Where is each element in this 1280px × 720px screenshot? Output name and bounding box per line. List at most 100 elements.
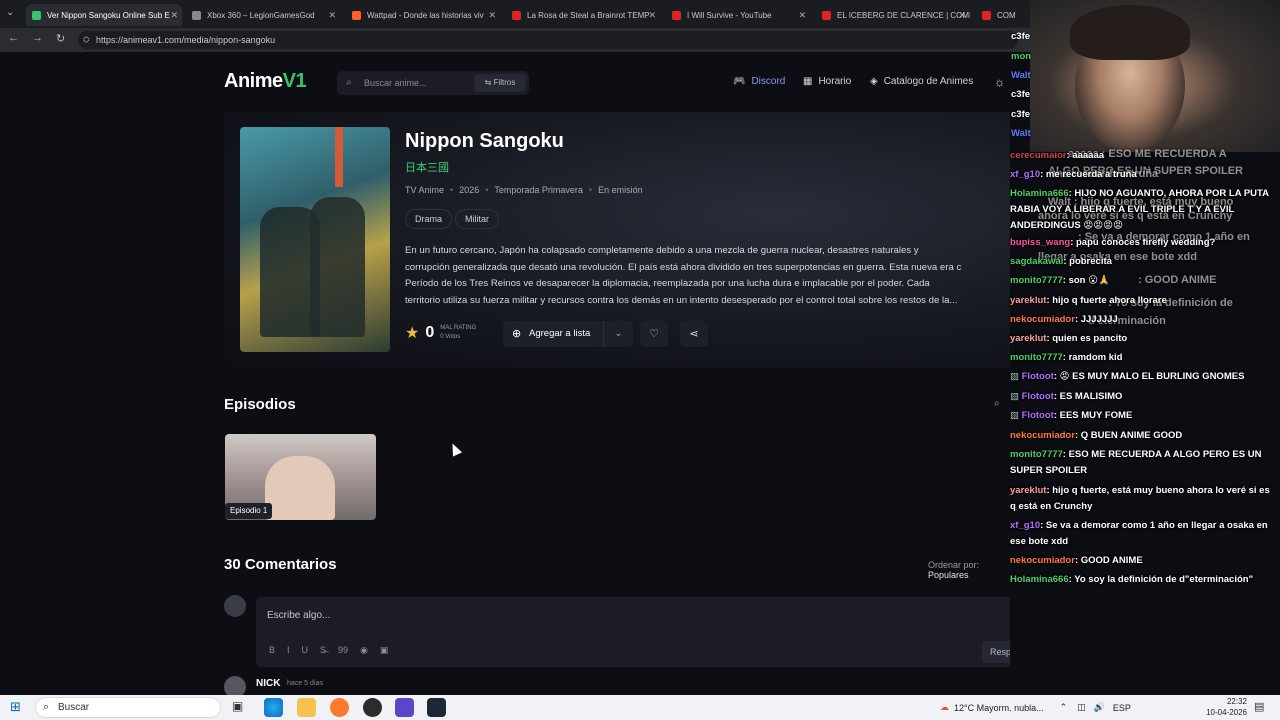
tab-favicon-icon <box>512 10 521 20</box>
url-field[interactable]: ⛭ https://animeav1.com/media/nippon-sang… <box>78 31 1018 49</box>
filters-button[interactable]: ⇆ Filtros <box>474 74 526 92</box>
format-toolbar: B I U S̶ 99 ◉ ▣ <box>269 645 388 656</box>
windows-start-icon[interactable]: ⊞ <box>10 699 21 715</box>
steam-icon[interactable] <box>427 698 446 717</box>
lang-indicator[interactable]: ESP <box>1113 703 1131 713</box>
file-explorer-icon[interactable] <box>297 698 316 717</box>
chat-text: : aaaaaa <box>1066 150 1105 161</box>
tab-close-icon[interactable]: ✕ <box>798 10 806 21</box>
discord-app-icon[interactable] <box>395 698 414 717</box>
back-icon[interactable]: ← <box>8 32 19 44</box>
reload-icon[interactable]: ↻ <box>56 32 65 45</box>
browser-tab[interactable]: COMO VE <box>976 4 1016 26</box>
anime-poster <box>240 127 390 352</box>
tab-close-icon[interactable]: ✕ <box>170 10 178 21</box>
browser-tab[interactable]: I Will Survive - YouTube ✕ <box>666 4 810 26</box>
chat-message: nekocumiador: Q BUEN ANIME GOOD <box>1010 428 1278 444</box>
genre-chip-militar[interactable]: Militar <box>455 209 499 229</box>
tab-close-icon[interactable]: ✕ <box>958 10 966 21</box>
network-icon[interactable]: ◫ <box>1077 702 1086 713</box>
chat-message: yareklut: hijo q fuerte ahora llorare <box>1010 293 1278 309</box>
nav-horario[interactable]: ▦ Horario <box>803 76 851 87</box>
meta-item: TV Anime <box>405 185 445 195</box>
share-button[interactable]: ⋖ <box>680 321 708 347</box>
tab-close-icon[interactable]: ✕ <box>328 10 336 21</box>
tray-chevron-icon[interactable]: ⌃ <box>1060 702 1068 713</box>
episodes-heading: Episodios <box>224 396 296 413</box>
chat-username: xf_g10 <box>1010 520 1041 531</box>
chat-message: monito7777: ramdom kid <box>1010 350 1278 366</box>
website-viewport: AnimeV1 ⌕ Buscar anime... ⇆ Filtros 🎮 Dis… <box>0 52 1010 695</box>
tab-close-icon[interactable]: ✕ <box>648 10 656 21</box>
rating-label-group: MAL RATING 0 Votos <box>440 324 476 342</box>
nav-discord[interactable]: 🎮 Discord <box>733 76 785 87</box>
system-tray: ☁ 12°C Mayorm. nubla... ⌃ ◫ 🔊 ESP <box>940 695 1131 720</box>
reply-button[interactable]: Responder <box>982 641 1010 663</box>
episode-search-icon[interactable]: ⌕ <box>994 398 1000 409</box>
nav-catalogo-label: Catalogo de Animes <box>883 76 974 87</box>
italic-format-button[interactable]: I <box>287 645 290 656</box>
synopsis-line: territorio utiliza su fuerza militar y r… <box>405 294 958 306</box>
chat-text: : pobrecita <box>1063 256 1112 267</box>
edge-icon[interactable] <box>264 698 283 717</box>
webcam-overlay <box>1030 0 1280 152</box>
anime-meta: TV Anime • 2026 • Temporada Primavera • En emi… <box>405 185 643 195</box>
chevron-down-icon[interactable]: ⌄ <box>603 321 633 347</box>
chat-username: sagdakawai <box>1010 256 1064 267</box>
comment-composer[interactable]: Escribe algo... B I U S̶ 99 ◉ ▣ Responder <box>256 597 1010 667</box>
add-to-list-button[interactable]: ⊕ Agregar a lista ⌄ <box>503 321 633 347</box>
comments-order[interactable]: Ordenar por: Populares <box>928 560 1010 580</box>
image-format-button[interactable]: ▣ <box>380 645 389 656</box>
clock[interactable]: 22:32 10-04-2026 <box>1195 696 1247 718</box>
search-placeholder: Buscar anime... <box>364 78 427 88</box>
theme-toggle-icon[interactable]: ☼ <box>994 75 1005 89</box>
weather-text[interactable]: 12°C Mayorm. nubla... <box>954 703 1044 713</box>
chat-username: monito7777 <box>1010 352 1063 363</box>
meta-item: 2026 <box>459 185 480 195</box>
taskbar-search[interactable]: ⌕ Buscar <box>35 697 221 718</box>
comment-username[interactable]: NICK <box>256 678 280 689</box>
browser-tab[interactable]: EL ICEBERG DE CLARENCE | COMP ✕ <box>816 4 970 26</box>
volume-icon[interactable]: 🔊 <box>1094 702 1105 713</box>
browser-tab[interactable]: Xbox 360 – LegionGamesGod ✕ <box>186 4 340 26</box>
comment-input[interactable]: Escribe algo... <box>267 610 330 621</box>
url-text: https://animeav1.com/media/nippon-sangok… <box>96 35 276 45</box>
chat-text: : 😡 ES MUY MALO EL BURLING GNOMES <box>1053 371 1245 382</box>
notification-icon[interactable]: ▤ <box>1254 700 1264 713</box>
obs-icon[interactable] <box>363 698 382 717</box>
chat-username: yareklut <box>1010 333 1047 344</box>
nav-catalogo[interactable]: ◈ Catalogo de Animes <box>870 76 973 87</box>
layers-icon: ◈ <box>870 76 878 87</box>
nav-discord-label: Discord <box>751 76 786 87</box>
browser-tab[interactable]: Ver Nippon Sangoku Online Sub E ✕ <box>26 4 182 26</box>
share-icon: ⋖ <box>689 328 699 340</box>
chat-message: ▧ Flotoot: ES MALISIMO <box>1010 389 1278 405</box>
heart-icon: ♡ <box>649 328 659 340</box>
clock-date: 10-04-2026 <box>1206 708 1247 717</box>
favorite-button[interactable]: ♡ <box>640 321 668 347</box>
order-value: Populares <box>928 570 969 580</box>
quote-format-button[interactable]: 99 <box>338 645 348 656</box>
task-view-icon[interactable]: ▣ <box>232 699 243 713</box>
chat-message: ▧ Flotoot: EES MUY FOME <box>1010 408 1278 424</box>
chat-username: bupiss_wang <box>1010 237 1071 248</box>
add-to-list-label: Agregar a lista <box>529 328 591 339</box>
bold-format-button[interactable]: B <box>269 645 275 656</box>
site-info-icon[interactable]: ⛭ <box>83 31 89 49</box>
strike-format-button[interactable]: S̶ <box>320 645 326 656</box>
microphone-app-icon[interactable] <box>330 698 349 717</box>
genre-chip-drama[interactable]: Drama <box>405 209 453 229</box>
tab-search-icon[interactable]: ⌄ <box>6 7 14 18</box>
rating-value: 0 <box>425 324 435 341</box>
browser-tab[interactable]: La Rosa de Steal a Brainrot TEMP ✕ <box>506 4 660 26</box>
chat-message: yareklut: hijo q fuerte, está muy bueno … <box>1010 483 1278 515</box>
spoiler-format-button[interactable]: ◉ <box>360 645 368 656</box>
underline-format-button[interactable]: U <box>302 645 309 656</box>
logo-mark: V1 <box>282 70 307 92</box>
chat-username: Flotoot <box>1021 391 1054 402</box>
anime-title-japanese: 日本三國 <box>405 162 449 174</box>
site-logo[interactable]: AnimeV1 <box>224 70 307 93</box>
tab-close-icon[interactable]: ✕ <box>488 10 496 21</box>
forward-icon[interactable]: → <box>32 32 43 44</box>
browser-tab[interactable]: Wattpad - Donde las historias viv ✕ <box>346 4 500 26</box>
